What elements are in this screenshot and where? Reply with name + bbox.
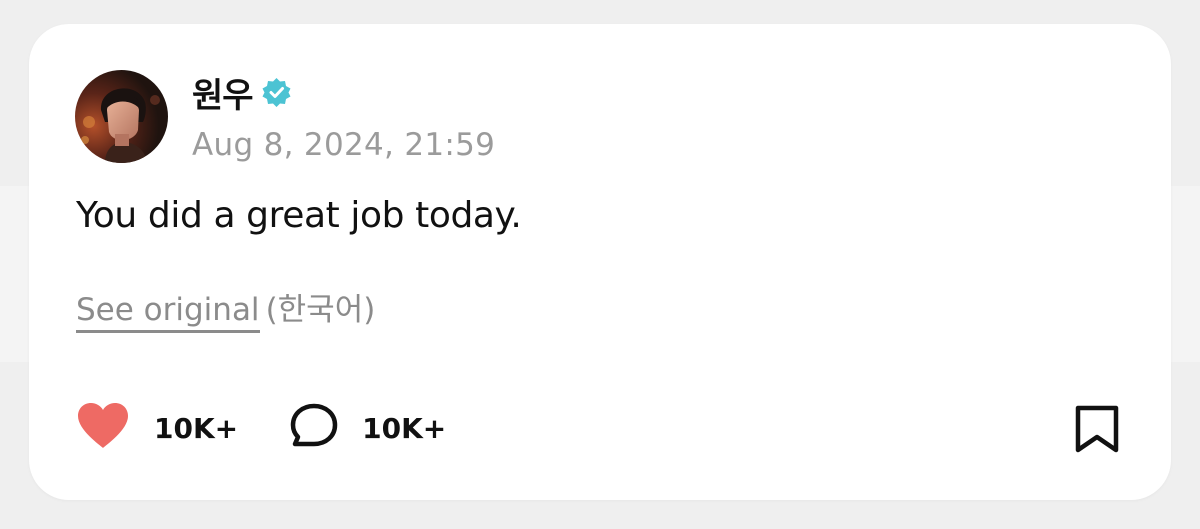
avatar[interactable] [75,70,168,163]
bookmark-icon [1075,405,1119,453]
verified-badge-icon [261,77,292,108]
author-row: 원우 [192,68,292,117]
comment-count: 10K+ [362,411,447,445]
avatar-image [75,70,168,163]
post-card: 원우 Aug 8, 2024, 21:59 You did a great jo… [29,24,1171,500]
post-body-text: You did a great job today. [76,195,522,236]
post-actions: 10K+ 10K+ [76,402,446,454]
bookmark-button[interactable] [1074,404,1120,454]
heart-icon [76,402,130,455]
see-original-link[interactable]: See original [76,292,260,333]
original-language-note: (한국어) [265,292,376,328]
post-timestamp: Aug 8, 2024, 21:59 [192,127,496,163]
comment-button[interactable]: 10K+ [290,403,446,454]
author-name[interactable]: 원우 [192,68,254,117]
like-button[interactable]: 10K+ [76,402,238,455]
comment-bubble-icon [290,403,338,454]
translation-row: See original (한국어) [76,284,376,333]
like-count: 10K+ [154,411,239,445]
